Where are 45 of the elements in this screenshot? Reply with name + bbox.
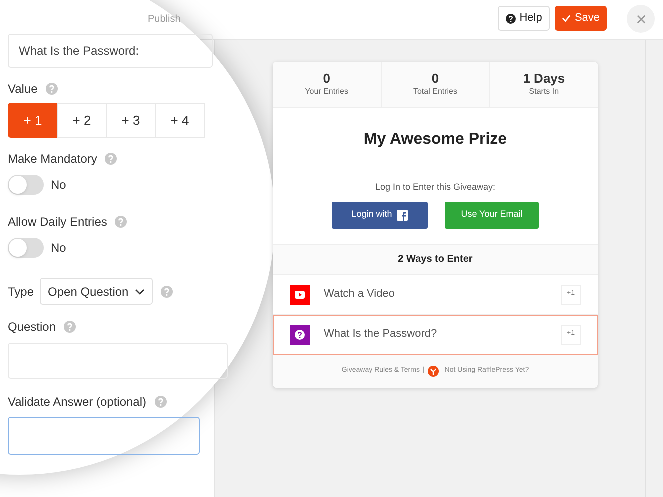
checkmark-icon <box>562 14 571 23</box>
help-button[interactable]: Help <box>498 6 550 31</box>
title-field[interactable]: What Is the Password: <box>8 34 213 68</box>
close-icon <box>636 14 646 24</box>
toggle-state: No <box>51 177 66 194</box>
stat-value: 0 <box>432 71 440 86</box>
value-option[interactable]: + 1 <box>8 103 58 138</box>
facebook-icon <box>397 210 408 220</box>
logo-icon <box>428 366 439 376</box>
stat-value: 0 <box>323 71 330 86</box>
answer-field[interactable] <box>8 417 200 455</box>
value-option[interactable]: + 2 <box>57 103 107 138</box>
field-label: Type <box>8 284 34 300</box>
field-label: Validate Answer (optional) <box>8 394 147 411</box>
prize-title: My Awesome Prize <box>362 130 508 150</box>
toggle-switch[interactable] <box>8 175 44 195</box>
field-label: Allow Daily Entries <box>8 214 108 231</box>
field-label: Question <box>8 319 56 336</box>
stat-label: Total Entries <box>413 86 458 98</box>
help-icon[interactable] <box>154 396 167 408</box>
type-select[interactable]: Open Question <box>40 278 153 305</box>
ways-heading: 2 Ways to Enter <box>273 244 598 274</box>
help-icon[interactable] <box>105 153 118 165</box>
entry-label: Watch a Video <box>324 287 396 302</box>
question-field[interactable] <box>8 343 228 379</box>
help-icon[interactable] <box>46 83 58 95</box>
help-icon[interactable] <box>64 321 76 333</box>
help-icon <box>506 14 516 24</box>
close-button[interactable] <box>627 5 655 33</box>
login-prompt: Log In to Enter this Giveaway: <box>374 181 497 194</box>
stat-label: Your Entries <box>305 86 348 98</box>
facebook-login-button[interactable]: Login with <box>332 202 428 228</box>
chevron-down-icon <box>134 288 145 294</box>
help-icon[interactable] <box>115 216 128 228</box>
field-label: Value <box>8 81 38 98</box>
value-option[interactable]: + 4 <box>155 103 205 138</box>
stat-label: Starts In <box>529 86 560 98</box>
toggle-state: No <box>51 240 66 257</box>
save-button[interactable]: Save <box>555 6 607 31</box>
stat-value: 1 Days <box>523 71 566 86</box>
value-option[interactable]: + 3 <box>106 103 156 138</box>
field-label: Make Mandatory <box>8 151 98 168</box>
toggle-switch[interactable] <box>8 238 44 258</box>
entry-label: What Is the Password? <box>324 327 438 342</box>
help-icon[interactable] <box>160 286 173 298</box>
